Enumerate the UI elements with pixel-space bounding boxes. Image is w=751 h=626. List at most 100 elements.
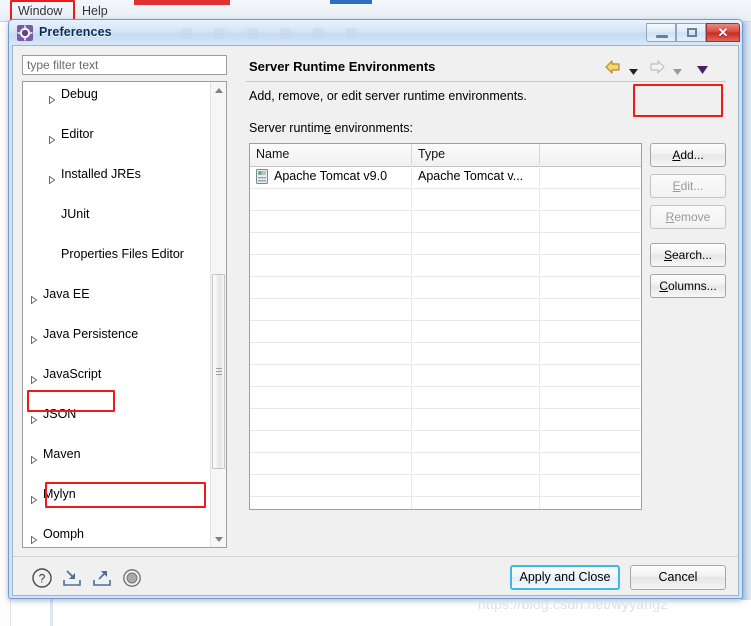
tree-item-mylyn[interactable]: Mylyn bbox=[23, 484, 212, 505]
cell-empty bbox=[250, 430, 412, 451]
preferences-dialog-frame: Debug Editor Installed JREs JUnit Properties… bbox=[12, 45, 739, 596]
titlebar-ghost-icon-2 bbox=[214, 28, 225, 39]
window-close-button[interactable]: ✕ bbox=[706, 23, 740, 42]
filter-input[interactable] bbox=[22, 55, 227, 75]
cell-empty bbox=[540, 320, 641, 341]
table-row-empty bbox=[250, 408, 641, 431]
triangle-collapsed-icon[interactable] bbox=[30, 450, 38, 465]
titlebar-ghost-icon-6 bbox=[346, 28, 357, 39]
cell-empty bbox=[540, 254, 641, 275]
triangle-collapsed-icon[interactable] bbox=[48, 170, 56, 185]
tree-item-editor[interactable]: Editor bbox=[23, 124, 212, 145]
window-restore-button[interactable] bbox=[676, 23, 706, 42]
cell-empty bbox=[540, 188, 641, 209]
window-title-bar: Preferences ✕ bbox=[9, 20, 742, 46]
import-icon[interactable] bbox=[61, 567, 83, 589]
cancel-button[interactable]: Cancel bbox=[630, 565, 726, 590]
menu-item-help[interactable]: Help bbox=[78, 3, 112, 19]
scrollbar-thumb[interactable] bbox=[212, 274, 225, 469]
table-row-empty bbox=[250, 386, 641, 409]
triangle-collapsed-icon[interactable] bbox=[30, 530, 38, 545]
triangle-collapsed-icon[interactable] bbox=[30, 290, 38, 305]
window-title: Preferences bbox=[39, 25, 112, 39]
tree-item-junit[interactable]: JUnit bbox=[23, 204, 212, 224]
tree-item-debug[interactable]: Debug bbox=[23, 84, 212, 105]
table-row-empty bbox=[250, 210, 641, 233]
cell-empty bbox=[250, 342, 412, 363]
tree-vertical-scrollbar[interactable] bbox=[210, 82, 226, 547]
columns-button[interactable]: Columns... bbox=[650, 274, 726, 298]
table-row-empty bbox=[250, 320, 641, 343]
column-header-type[interactable]: Type bbox=[412, 144, 540, 165]
window-minimize-button[interactable] bbox=[646, 23, 676, 42]
tree-item-label: Java EE bbox=[43, 287, 90, 301]
tree-item-json[interactable]: JSON bbox=[23, 404, 212, 425]
tree-item-label: Debug bbox=[61, 87, 98, 101]
close-icon: ✕ bbox=[717, 25, 729, 40]
restore-defaults-icon[interactable] bbox=[121, 567, 143, 589]
tree-item-label: Java Persistence bbox=[43, 327, 139, 341]
search-button[interactable]: Search... bbox=[650, 243, 726, 267]
add-button[interactable]: Add... bbox=[650, 143, 726, 167]
runtime-environments-table[interactable]: Name Type Apache Tomcat v9.0 Apache Tomca… bbox=[249, 143, 642, 510]
triangle-collapsed-icon[interactable] bbox=[30, 370, 38, 385]
scroll-up-arrow[interactable] bbox=[211, 82, 226, 98]
tree-item-label: Oomph bbox=[43, 527, 84, 541]
preferences-tree-list[interactable]: Debug Editor Installed JREs JUnit Properties… bbox=[23, 82, 212, 547]
svg-text:?: ? bbox=[39, 572, 46, 586]
table-row-empty bbox=[250, 342, 641, 365]
menu-item-window[interactable]: Window bbox=[14, 3, 66, 19]
tree-item-installed-jres[interactable]: Installed JREs bbox=[23, 164, 212, 185]
restore-icon bbox=[687, 28, 697, 37]
page-description: Add, remove, or edit server runtime envi… bbox=[249, 89, 527, 103]
cell-empty bbox=[412, 408, 540, 429]
view-menu-chevron-down-icon[interactable] bbox=[697, 63, 708, 77]
table-row[interactable]: Apache Tomcat v9.0 Apache Tomcat v... bbox=[250, 166, 641, 189]
cell-empty bbox=[250, 386, 412, 407]
triangle-collapsed-icon[interactable] bbox=[48, 90, 56, 105]
cell-empty bbox=[540, 386, 641, 407]
minimize-icon bbox=[656, 35, 668, 38]
tree-item-java-ee[interactable]: Java EE bbox=[23, 284, 212, 305]
column-header-extra[interactable] bbox=[540, 144, 641, 165]
cell-empty bbox=[540, 232, 641, 253]
tree-item-label: JUnit bbox=[61, 207, 90, 221]
table-row-empty bbox=[250, 452, 641, 475]
cell-type: Apache Tomcat v... bbox=[412, 166, 540, 187]
cell-empty bbox=[412, 320, 540, 341]
table-row-empty bbox=[250, 474, 641, 497]
triangle-collapsed-icon[interactable] bbox=[30, 330, 38, 345]
tree-item-java-persistence[interactable]: Java Persistence bbox=[23, 324, 212, 345]
background-red-fragment bbox=[134, 0, 230, 5]
column-header-name[interactable]: Name bbox=[250, 144, 412, 165]
tree-item-oomph[interactable]: Oomph bbox=[23, 524, 212, 545]
scroll-down-arrow[interactable] bbox=[211, 531, 226, 547]
cell-empty bbox=[250, 364, 412, 385]
export-icon[interactable] bbox=[91, 567, 113, 589]
back-arrow-icon[interactable] bbox=[605, 60, 621, 77]
cell-empty bbox=[412, 496, 540, 509]
cell-empty bbox=[250, 254, 412, 275]
cell-empty bbox=[412, 298, 540, 319]
help-icon[interactable]: ? bbox=[31, 567, 53, 589]
tree-item-maven[interactable]: Maven bbox=[23, 444, 212, 465]
cell-empty bbox=[412, 430, 540, 451]
cell-empty bbox=[412, 386, 540, 407]
tree-item-javascript[interactable]: JavaScript bbox=[23, 364, 212, 385]
tree-item-label: JSON bbox=[43, 407, 77, 421]
table-header-row: Name Type bbox=[250, 144, 641, 167]
triangle-collapsed-icon[interactable] bbox=[48, 130, 56, 145]
titlebar-ghost-icon-5 bbox=[313, 28, 324, 39]
edit-button: Edit... bbox=[650, 174, 726, 198]
cell-empty bbox=[250, 408, 412, 429]
tree-item-properties-files-editor[interactable]: Properties Files Editor bbox=[23, 244, 212, 264]
table-row-empty bbox=[250, 298, 641, 321]
table-row-empty bbox=[250, 496, 641, 509]
tree-item-label: Maven bbox=[43, 447, 81, 461]
apply-and-close-button[interactable]: Apply and Close bbox=[510, 565, 620, 590]
triangle-collapsed-icon[interactable] bbox=[30, 490, 38, 505]
triangle-collapsed-icon[interactable] bbox=[30, 410, 38, 425]
back-dropdown-chevron-down-icon[interactable] bbox=[629, 64, 638, 78]
dialog-footer: ? Apply and Close Cancel bbox=[13, 557, 738, 595]
preferences-tree-panel: Debug Editor Installed JREs JUnit Properties… bbox=[22, 81, 227, 548]
